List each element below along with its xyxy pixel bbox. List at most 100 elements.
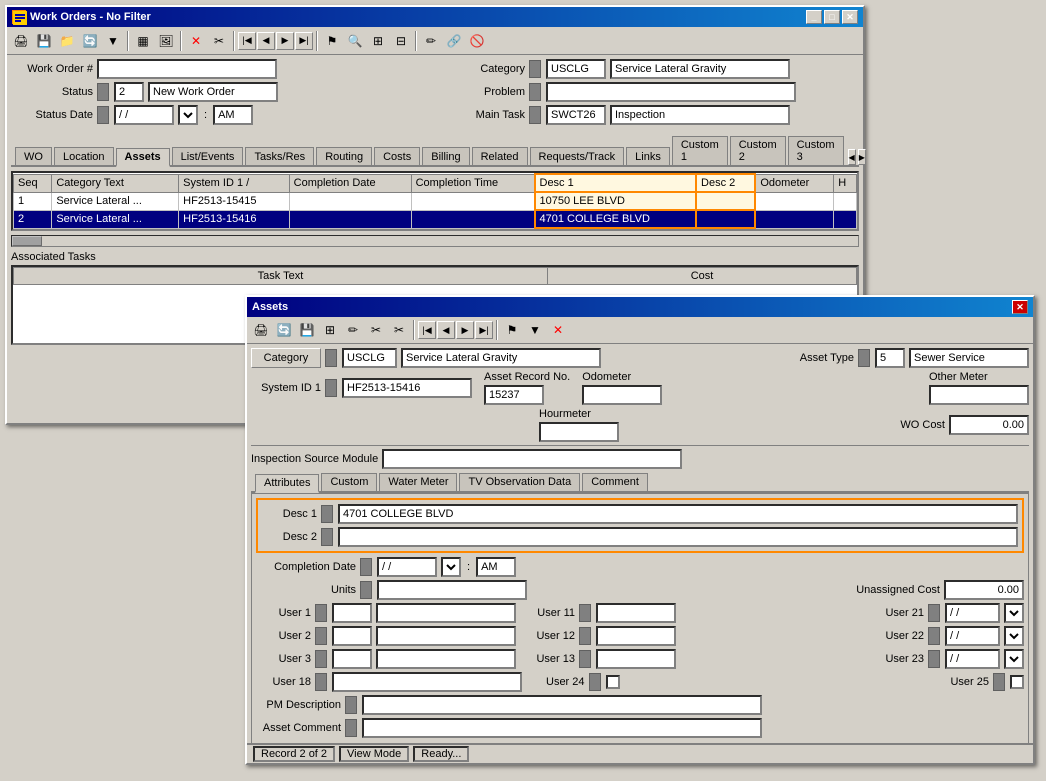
user22-dropdown[interactable]	[1004, 626, 1024, 646]
desc1-field[interactable]	[338, 504, 1018, 524]
status-code-input[interactable]: 2	[114, 82, 144, 102]
last-btn[interactable]: ▶|	[295, 32, 313, 50]
user1-field2[interactable]	[376, 603, 516, 623]
maximize-button[interactable]: □	[824, 10, 840, 24]
wd-cost-field[interactable]	[949, 415, 1029, 435]
table-row[interactable]: 1 Service Lateral ... HF2513-15415 10750…	[14, 192, 857, 210]
cut-btn[interactable]: ✂	[208, 30, 230, 52]
user2-field1[interactable]	[332, 626, 372, 646]
tab-custom[interactable]: Custom	[321, 473, 377, 491]
user25-checkbox[interactable]	[1010, 675, 1024, 689]
status-time-input[interactable]	[213, 105, 253, 125]
grid-btn[interactable]: ▦	[132, 30, 154, 52]
delete-btn[interactable]: ✕	[185, 30, 207, 52]
tab-wo[interactable]: WO	[15, 147, 52, 165]
grid3-btn[interactable]: ⊟	[390, 30, 412, 52]
problem-input[interactable]	[546, 82, 796, 102]
assets-cut-btn[interactable]: ✂	[365, 319, 387, 341]
category-button[interactable]: Category	[251, 348, 321, 368]
assets-refresh-btn[interactable]: 🔄	[273, 319, 295, 341]
category-name-field[interactable]	[401, 348, 601, 368]
refresh-btn[interactable]: 🔄	[79, 30, 101, 52]
tab-location[interactable]: Location	[54, 147, 114, 165]
asset-comment-field[interactable]	[362, 718, 762, 738]
user24-checkbox[interactable]	[606, 675, 620, 689]
tab-assets[interactable]: Assets	[116, 148, 170, 167]
tab-custom1[interactable]: Custom 1	[672, 136, 728, 165]
search-btn[interactable]: 🔍	[344, 30, 366, 52]
user23-dropdown[interactable]	[1004, 649, 1024, 669]
user13-field[interactable]	[596, 649, 676, 669]
minimize-button[interactable]: _	[806, 10, 822, 24]
tab-next-btn[interactable]: ▶	[858, 149, 866, 165]
inspection-source-field[interactable]	[382, 449, 682, 469]
user2-field2[interactable]	[376, 626, 516, 646]
grid2-btn[interactable]: ⊞	[367, 30, 389, 52]
first-btn[interactable]: |◀	[238, 32, 256, 50]
next-btn[interactable]: ▶	[276, 32, 294, 50]
units-field[interactable]	[377, 580, 527, 600]
asset-record-field[interactable]	[484, 385, 544, 405]
tab-custom2[interactable]: Custom 2	[730, 136, 786, 165]
assets-filter-btn[interactable]: ▼	[524, 319, 546, 341]
link-btn[interactable]: 🔗	[443, 30, 465, 52]
status-name-input[interactable]: New Work Order	[148, 82, 278, 102]
tab-tasksres[interactable]: Tasks/Res	[245, 147, 314, 165]
table-row[interactable]: 2 Service Lateral ... HF2513-15416 4701 …	[14, 210, 857, 228]
odometer-field[interactable]	[582, 385, 662, 405]
image-btn[interactable]: 🖼	[155, 30, 177, 52]
user21-field[interactable]	[945, 603, 1000, 623]
tab-water-meter[interactable]: Water Meter	[379, 473, 457, 491]
pm-desc-field[interactable]	[362, 695, 762, 715]
status-date-input[interactable]	[114, 105, 174, 125]
main-task-code-input[interactable]	[546, 105, 606, 125]
tab-links[interactable]: Links	[626, 147, 670, 165]
tab-prev-btn[interactable]: ◀	[848, 149, 856, 165]
user23-field[interactable]	[945, 649, 1000, 669]
folder-btn[interactable]: 📁	[56, 30, 78, 52]
assets-layers-btn[interactable]: ⊞	[319, 319, 341, 341]
assets-save-btn[interactable]: 💾	[296, 319, 318, 341]
prev-btn[interactable]: ◀	[257, 32, 275, 50]
horizontal-scrollbar[interactable]	[11, 235, 859, 247]
completion-date-dropdown[interactable]	[441, 557, 461, 577]
user21-dropdown[interactable]	[1004, 603, 1024, 623]
assets-prev-btn[interactable]: ◀	[437, 321, 455, 339]
assets-flag-btn[interactable]: ⚑	[501, 319, 523, 341]
assets-close-button[interactable]: ✕	[1012, 300, 1028, 314]
tab-listevents[interactable]: List/Events	[172, 147, 244, 165]
desc2-field[interactable]	[338, 527, 1018, 547]
tab-custom3[interactable]: Custom 3	[788, 136, 844, 165]
hourmeter-field[interactable]	[539, 422, 619, 442]
tab-routing[interactable]: Routing	[316, 147, 372, 165]
unassigned-cost-field[interactable]	[944, 580, 1024, 600]
main-task-name-input[interactable]	[610, 105, 790, 125]
category-code-input[interactable]	[546, 59, 606, 79]
user3-field2[interactable]	[376, 649, 516, 669]
user1-field1[interactable]	[332, 603, 372, 623]
tab-requests[interactable]: Requests/Track	[530, 147, 625, 165]
assets-first-btn[interactable]: |◀	[418, 321, 436, 339]
asset-type-name-field[interactable]	[909, 348, 1029, 368]
edit-btn[interactable]: ✏	[420, 30, 442, 52]
tab-related[interactable]: Related	[472, 147, 528, 165]
system-id-field[interactable]	[342, 378, 472, 398]
assets-delete-btn[interactable]: ✕	[547, 319, 569, 341]
asset-type-code-field[interactable]	[875, 348, 905, 368]
work-order-input[interactable]	[97, 59, 277, 79]
flag-btn[interactable]: ⚑	[321, 30, 343, 52]
close-button[interactable]: ✕	[842, 10, 858, 24]
assets-print-btn[interactable]: 🖨	[250, 319, 272, 341]
completion-time-field[interactable]	[476, 557, 516, 577]
filter-btn[interactable]: ▼	[102, 30, 124, 52]
user22-field[interactable]	[945, 626, 1000, 646]
assets-edit-btn[interactable]: ✏	[342, 319, 364, 341]
print-btn[interactable]: 🖨	[10, 30, 32, 52]
tab-comment[interactable]: Comment	[582, 473, 648, 491]
tab-tv-observation[interactable]: TV Observation Data	[459, 473, 580, 491]
tab-billing[interactable]: Billing	[422, 147, 469, 165]
close-btn[interactable]: 🚫	[466, 30, 488, 52]
date-dropdown[interactable]	[178, 105, 198, 125]
user3-field1[interactable]	[332, 649, 372, 669]
scrollbar-thumb[interactable]	[12, 236, 42, 246]
